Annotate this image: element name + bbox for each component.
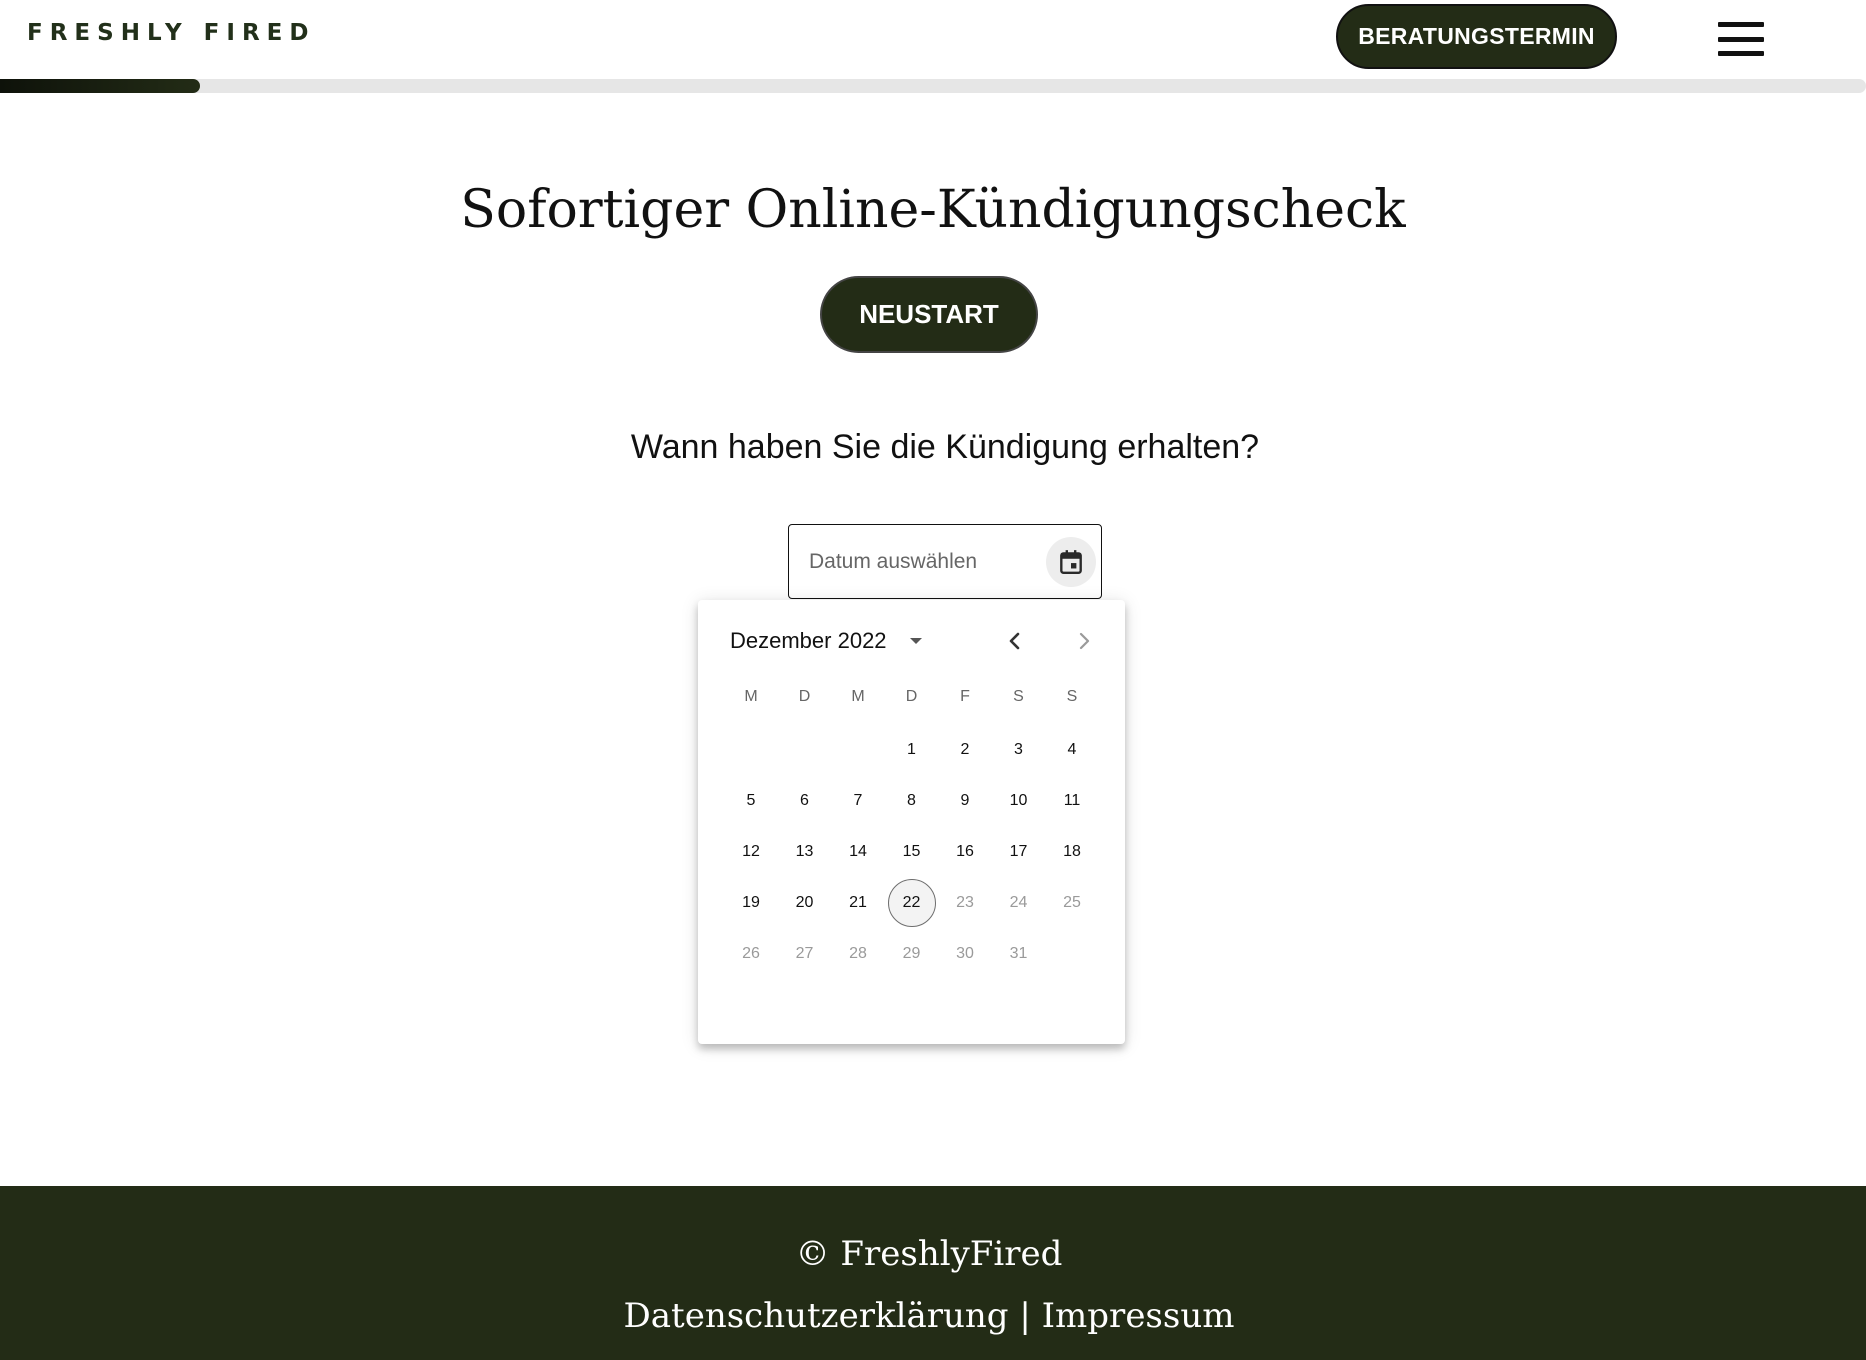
question-text: Wann haben Sie die Kündigung erhalten? (630, 428, 1260, 466)
logo[interactable]: FRESHLY FIRED (27, 20, 315, 46)
chevron-right-icon[interactable] (1073, 628, 1095, 654)
calendar-icon[interactable] (1046, 537, 1096, 587)
calendar-day: 24 (1009, 894, 1028, 911)
calendar-day-today[interactable]: 22 (887, 879, 936, 927)
progress-bar-fill (0, 79, 200, 93)
weekday-label: M (851, 688, 865, 705)
calendar-day: 27 (795, 945, 814, 962)
weekday-label: D (905, 688, 918, 705)
calendar-day[interactable]: 1 (890, 728, 934, 772)
calendar-day[interactable]: 6 (783, 779, 827, 823)
caret-down-icon[interactable] (906, 634, 926, 648)
calendar-day[interactable]: 5 (729, 779, 773, 823)
date-picker-popup: Dezember 2022 M D M D F S S 1 2 3 4 5 6 7 8 9 10 11 12 13 14… (698, 600, 1125, 1044)
imprint-link[interactable]: Impressum (1042, 1296, 1235, 1336)
date-input[interactable] (807, 547, 1027, 577)
privacy-policy-link[interactable]: Datenschutzerklärung (624, 1296, 1009, 1336)
calendar-day: 25 (1063, 894, 1081, 911)
weekday-label: M (744, 688, 758, 705)
chevron-left-icon[interactable] (1004, 628, 1026, 654)
weekday-label: F (960, 688, 970, 705)
page: FRESHLY FIRED BERATUNGSTERMIN Sofortiger… (0, 0, 1866, 1360)
date-field[interactable] (788, 524, 1102, 599)
hamburger-menu-icon[interactable] (1718, 22, 1764, 56)
site-header: FRESHLY FIRED BERATUNGSTERMIN (0, 0, 1866, 93)
book-consultation-button[interactable]: BERATUNGSTERMIN (1336, 4, 1617, 69)
calendar-day[interactable]: 3 (997, 728, 1041, 772)
calendar-day[interactable]: 16 (943, 830, 987, 874)
calendar-month-label[interactable]: Dezember 2022 (730, 628, 887, 654)
calendar-day[interactable]: 2 (943, 728, 987, 772)
calendar-day: 29 (902, 945, 921, 962)
calendar-day[interactable]: 9 (943, 779, 987, 823)
calendar-day: 30 (956, 945, 974, 962)
calendar-day[interactable]: 7 (836, 779, 880, 823)
calendar-day[interactable]: 12 (729, 830, 773, 874)
calendar-day[interactable]: 14 (836, 830, 880, 874)
calendar-day[interactable]: 20 (783, 881, 827, 925)
calendar-day[interactable]: 8 (890, 779, 934, 823)
calendar-day[interactable]: 4 (1050, 728, 1094, 772)
calendar-day[interactable]: 21 (836, 881, 880, 925)
weekday-label: S (1066, 688, 1078, 705)
site-footer: © FreshlyFired Datenschutzerklärung | Im… (0, 1186, 1866, 1360)
footer-links: Datenschutzerklärung | Impressum (0, 1296, 1858, 1336)
calendar-day[interactable]: 19 (729, 881, 773, 925)
copyright-text: © FreshlyFired (795, 1234, 1063, 1274)
calendar-day[interactable]: 18 (1050, 830, 1094, 874)
calendar-day: 23 (956, 894, 974, 911)
calendar-day: 26 (742, 945, 760, 962)
weekday-label: S (1013, 688, 1024, 705)
calendar-day[interactable]: 17 (997, 830, 1041, 874)
page-title: Sofortiger Online-Kündigungscheck (460, 180, 1406, 240)
calendar-day: 31 (1009, 945, 1028, 962)
footer-separator: | (1019, 1296, 1031, 1336)
restart-button[interactable]: NEUSTART (820, 276, 1038, 353)
calendar-day[interactable]: 10 (997, 779, 1041, 823)
calendar-day[interactable]: 13 (783, 830, 827, 874)
calendar-day[interactable]: 15 (890, 830, 934, 874)
weekday-label: D (798, 688, 811, 705)
progress-bar (0, 79, 1866, 93)
calendar-day: 28 (849, 945, 867, 962)
calendar-day[interactable]: 11 (1050, 779, 1094, 823)
